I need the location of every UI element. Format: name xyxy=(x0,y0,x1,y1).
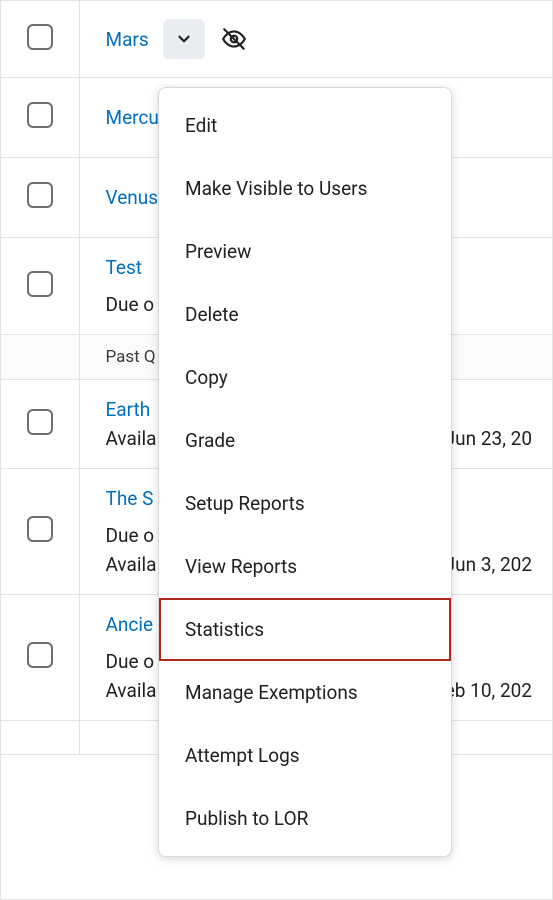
menu-item-setup-reports[interactable]: Setup Reports xyxy=(159,472,451,535)
availability-label: Availa xyxy=(106,427,157,450)
menu-item-view-reports[interactable]: View Reports xyxy=(159,535,451,598)
table-row: Mars xyxy=(1,1,552,78)
availability-label: Availa xyxy=(106,553,157,576)
quiz-title-link[interactable]: Test xyxy=(106,256,143,279)
menu-item-publish-to-lor[interactable]: Publish to LOR xyxy=(159,787,451,850)
quiz-title-link[interactable]: Mercu xyxy=(106,106,159,129)
date-label: Jun 3, 202 xyxy=(445,553,532,576)
menu-item-delete[interactable]: Delete xyxy=(159,283,451,346)
quiz-title-link[interactable]: The S xyxy=(106,487,154,510)
quiz-list-page: Mars Mercu xyxy=(0,0,553,900)
row-actions-button[interactable] xyxy=(163,19,205,59)
row-actions-menu: Edit Make Visible to Users Preview Delet… xyxy=(158,87,452,857)
date-label: eb 10, 202 xyxy=(445,679,532,702)
quiz-title-link[interactable]: Ancie xyxy=(106,613,154,636)
row-checkbox[interactable] xyxy=(27,642,53,668)
menu-item-attempt-logs[interactable]: Attempt Logs xyxy=(159,724,451,787)
row-checkbox[interactable] xyxy=(27,102,53,128)
chevron-down-icon xyxy=(175,30,193,48)
date-label: Jun 23, 20 xyxy=(445,427,532,450)
row-checkbox[interactable] xyxy=(27,24,53,50)
menu-item-copy[interactable]: Copy xyxy=(159,346,451,409)
row-checkbox[interactable] xyxy=(27,271,53,297)
menu-item-make-visible[interactable]: Make Visible to Users xyxy=(159,157,451,220)
section-label: Past Q xyxy=(106,347,156,367)
row-checkbox[interactable] xyxy=(27,409,53,435)
row-checkbox[interactable] xyxy=(27,182,53,208)
row-checkbox[interactable] xyxy=(27,516,53,542)
menu-item-statistics[interactable]: Statistics xyxy=(159,598,451,661)
menu-item-preview[interactable]: Preview xyxy=(159,220,451,283)
quiz-title-link[interactable]: Mars xyxy=(106,28,149,51)
menu-item-manage-exemptions[interactable]: Manage Exemptions xyxy=(159,661,451,724)
availability-label: Availa xyxy=(106,679,157,702)
hidden-icon xyxy=(219,26,249,52)
quiz-title-link[interactable]: Venus xyxy=(106,186,159,209)
menu-item-edit[interactable]: Edit xyxy=(159,94,451,157)
quiz-title-link[interactable]: Earth xyxy=(106,398,151,421)
menu-item-grade[interactable]: Grade xyxy=(159,409,451,472)
